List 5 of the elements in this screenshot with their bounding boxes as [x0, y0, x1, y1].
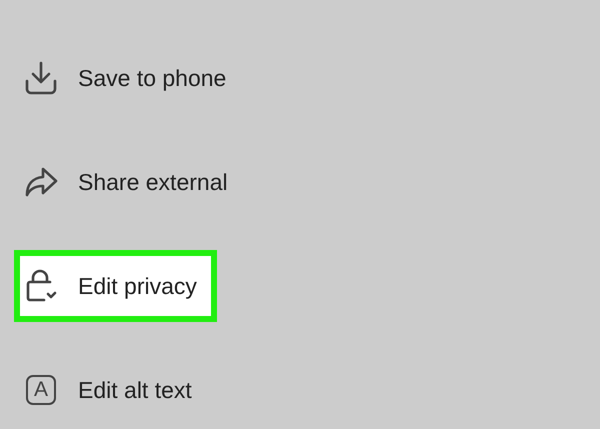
menu-item[interactable]: Save to phone — [14, 42, 246, 114]
menu-item[interactable]: Edit privacy — [14, 250, 217, 322]
alt-text-icon: A — [26, 375, 56, 405]
menu-item[interactable]: Share external — [14, 146, 248, 218]
menu-item[interactable]: A Edit alt text — [14, 354, 212, 426]
